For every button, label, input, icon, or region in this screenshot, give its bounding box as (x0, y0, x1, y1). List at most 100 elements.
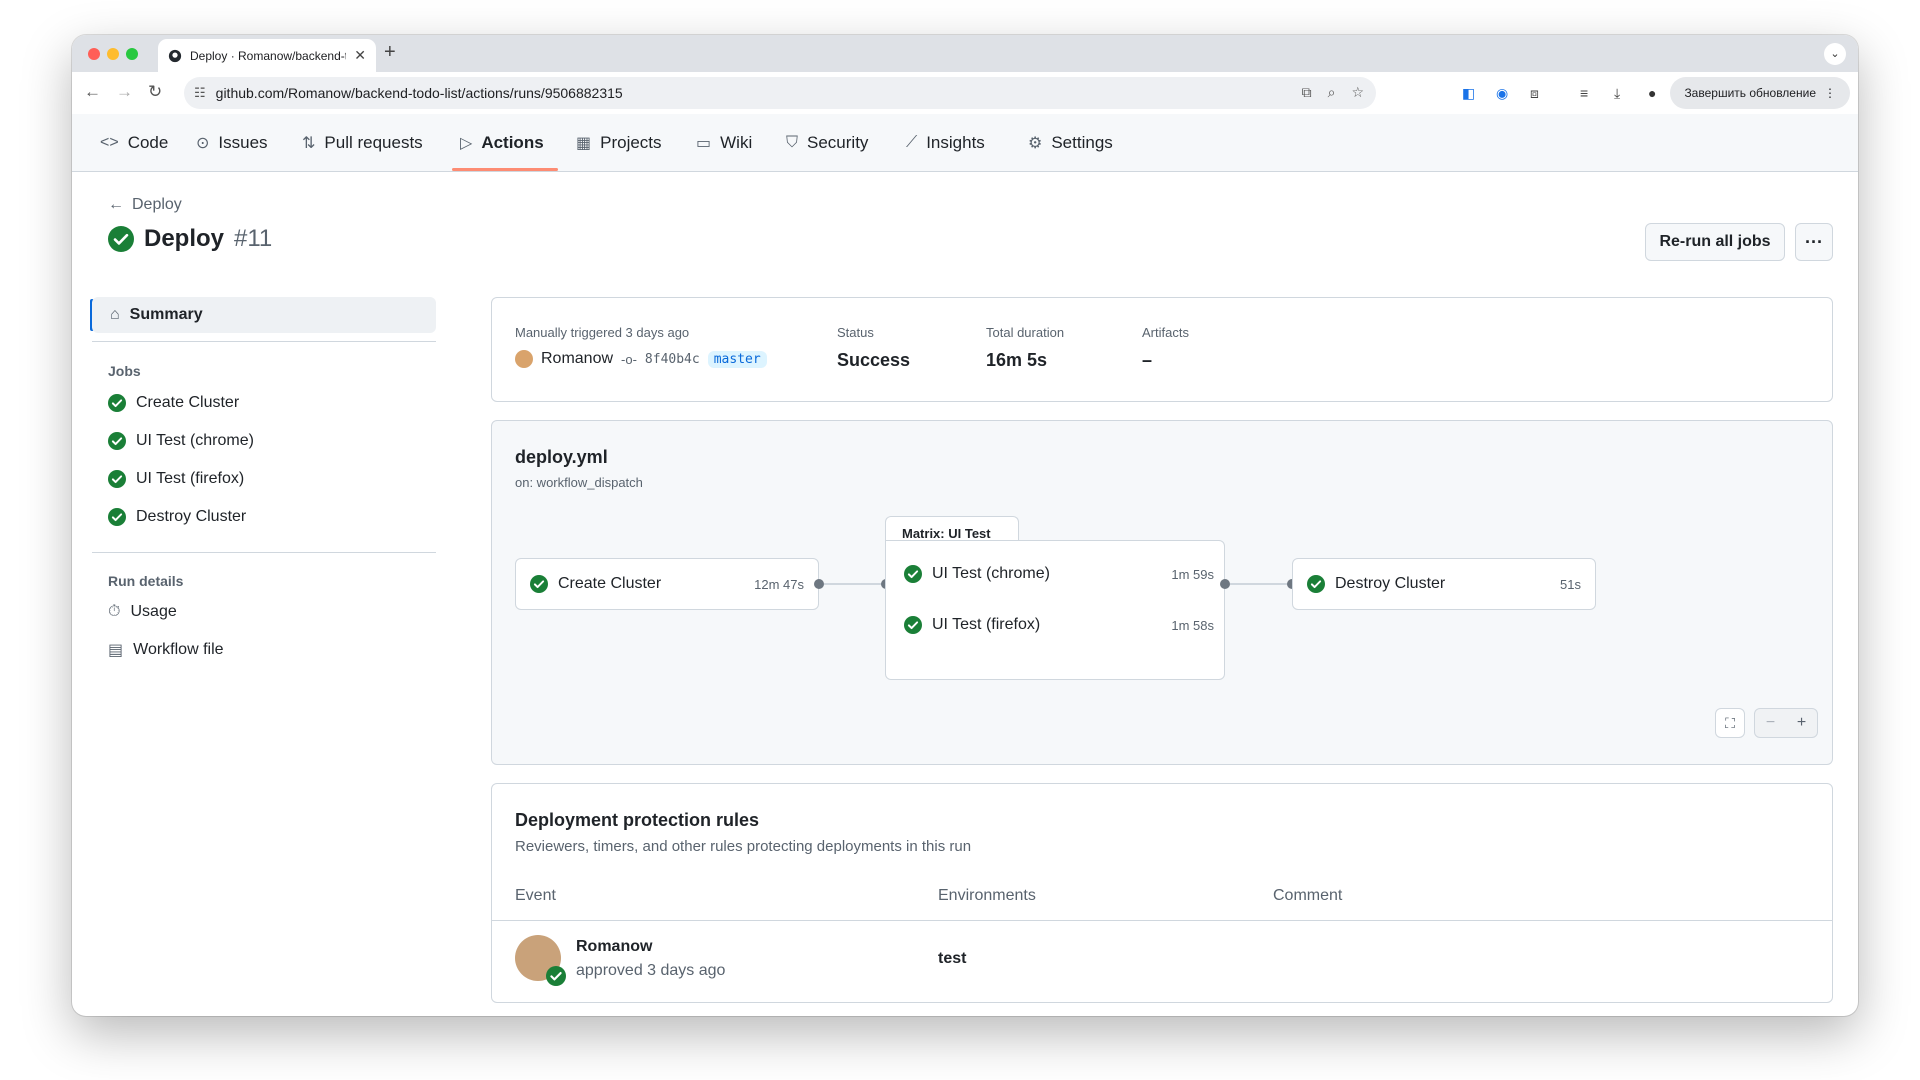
check-circle-icon (530, 575, 548, 593)
back-link[interactable]: ← Deploy (108, 196, 182, 214)
active-tab-indicator (452, 168, 558, 171)
usage-label: Usage (130, 603, 177, 620)
sidebar-job-destroy-cluster[interactable]: Destroy Cluster (108, 508, 246, 526)
tab-search-button[interactable]: ⌄ (1824, 43, 1846, 65)
status-value: Success (837, 350, 911, 370)
table-row: Romanow approved 3 days ago test (492, 921, 1832, 1003)
tab-settings-label: Settings (1051, 132, 1113, 152)
tab-code-label: Code (127, 132, 169, 152)
tab-pull-requests[interactable]: ⇅ Pull requests (302, 114, 423, 171)
tab-insights[interactable]: ⟋ Insights (906, 114, 985, 171)
matrix-label: Matrix: UI Test (885, 516, 1019, 542)
job-node-duration: 12m 47s (754, 576, 804, 592)
more-options-button[interactable]: ··· (1795, 223, 1833, 261)
zoom-out-icon[interactable]: − (1755, 709, 1786, 737)
zoom-icon[interactable]: ⌕ (1328, 84, 1336, 101)
summary-label: Summary (129, 306, 203, 323)
address-bar[interactable]: ☷ github.com/Romanow/backend-todo-list/a… (184, 77, 1376, 109)
forward-button[interactable]: → (116, 82, 133, 102)
more-vert-icon: ⋮ (1824, 86, 1836, 100)
sidebar-job-create-cluster[interactable]: Create Cluster (108, 394, 239, 412)
connector-line (824, 583, 882, 585)
back-link-label: Deploy (132, 196, 182, 213)
run-summary-panel: Manually triggered 3 days ago Romanow -o… (491, 297, 1833, 402)
tab-actions[interactable]: ▷ Actions (460, 114, 544, 171)
extension-icon[interactable]: ◉ (1496, 85, 1508, 102)
jobs-heading: Jobs (108, 363, 141, 379)
deployment-protection-panel: Deployment protection rules Reviewers, t… (491, 783, 1833, 1003)
translate-extension-icon[interactable]: ◧ (1462, 85, 1475, 102)
repo-nav: <> Code ⊙ Issues ⇅ Pull requests ▷ Actio… (72, 114, 1858, 172)
job-node-duration: 1m 59s (1171, 566, 1214, 582)
workflow-trigger: on: workflow_dispatch (515, 475, 643, 490)
duration-value: 16m 5s (986, 350, 1048, 370)
git-commit-icon: -o- (621, 351, 637, 367)
browser-tab[interactable]: Deploy · Romanow/backend-t ✕ (158, 39, 376, 72)
table-icon: ▦ (576, 134, 592, 152)
downloads-icon[interactable]: ⤓ (1614, 85, 1620, 102)
column-header-event: Event (515, 887, 556, 904)
tab-code[interactable]: <> Code (100, 114, 168, 171)
tab-wiki[interactable]: ▭ Wiki (696, 114, 752, 171)
job-node-name: UI Test (chrome) (932, 565, 1050, 582)
tab-settings[interactable]: ⚙ Settings (1028, 114, 1113, 171)
job-node-create-cluster[interactable]: Create Cluster 12m 47s (515, 558, 819, 610)
sidebar-divider (92, 341, 436, 342)
connector-line (1230, 583, 1288, 585)
tab-strip: Deploy · Romanow/backend-t ✕ + ⌄ (72, 35, 1858, 72)
sidebar-job-ui-test-firefox[interactable]: UI Test (firefox) (108, 470, 244, 488)
browser-toolbar: ← → ↻ ☷ github.com/Romanow/backend-todo-… (72, 72, 1858, 114)
trigger-label: Manually triggered 3 days ago (515, 325, 690, 340)
commit-sha-link[interactable]: 8f40b4c (645, 352, 700, 367)
profile-avatar-icon[interactable]: ● (1648, 85, 1656, 101)
check-circle-icon (904, 565, 922, 583)
sidebar-item-workflow-file[interactable]: ▤ Workflow file (108, 640, 224, 660)
sidebar-job-ui-test-chrome[interactable]: UI Test (chrome) (108, 432, 254, 450)
reviewer-name[interactable]: Romanow (576, 938, 652, 956)
workflow-graph-panel: deploy.yml on: workflow_dispatch Create … (491, 420, 1833, 765)
sidebar-divider (92, 552, 436, 553)
duration-label: Total duration (986, 325, 1065, 340)
update-browser-button[interactable]: Завершить обновление ⋮ (1670, 77, 1850, 109)
branch-badge[interactable]: master (707, 350, 767, 368)
rerun-all-jobs-button[interactable]: Re-run all jobs (1645, 223, 1785, 261)
tab-insights-label: Insights (926, 132, 985, 152)
tab-projects[interactable]: ▦ Projects (576, 114, 662, 171)
install-app-icon[interactable]: ⧉ (1302, 84, 1312, 101)
issue-opened-icon: ⊙ (196, 134, 210, 152)
job-node-destroy-cluster[interactable]: Destroy Cluster 51s (1292, 558, 1596, 610)
new-tab-button[interactable]: + (384, 41, 396, 64)
user-avatar[interactable] (515, 350, 533, 368)
close-window-button[interactable] (88, 48, 100, 60)
code-icon: <> (100, 133, 119, 151)
run-number: #11 (234, 225, 273, 252)
sidebar-item-usage[interactable]: ⏱ Usage (108, 603, 177, 621)
protection-subtitle: Reviewers, timers, and other rules prote… (515, 838, 972, 855)
job-node-name: UI Test (firefox) (932, 616, 1041, 633)
browser-window: Deploy · Romanow/backend-t ✕ + ⌄ ← → ↻ ☷… (72, 35, 1858, 1016)
extensions-puzzle-icon[interactable]: ⧈ (1530, 85, 1539, 102)
job-node-ui-test-firefox[interactable]: UI Test (firefox) 1m 58s (904, 616, 1214, 634)
zoom-in-icon[interactable]: + (1786, 709, 1817, 737)
sidebar-item-summary[interactable]: ⌂ Summary (92, 297, 436, 333)
trigger-user-link[interactable]: Romanow (541, 350, 613, 368)
reading-list-icon[interactable]: ≡ (1580, 85, 1588, 101)
site-settings-icon[interactable]: ☷ (194, 85, 206, 101)
approved-check-icon (546, 966, 566, 986)
minimize-window-button[interactable] (107, 48, 119, 60)
back-button[interactable]: ← (84, 82, 101, 102)
fullscreen-icon[interactable]: ⛶ (1715, 708, 1745, 738)
check-circle-icon (904, 616, 922, 634)
artifacts-value: – (1142, 350, 1153, 370)
tab-security[interactable]: ⛉ Security (786, 114, 868, 171)
approval-status: approved 3 days ago (576, 962, 726, 979)
job-node-ui-test-chrome[interactable]: UI Test (chrome) 1m 59s (904, 565, 1214, 583)
tab-issues[interactable]: ⊙ Issues (196, 114, 268, 171)
close-tab-icon[interactable]: ✕ (354, 47, 366, 64)
book-icon: ▭ (696, 134, 712, 152)
reload-button[interactable]: ↻ (148, 82, 162, 102)
zoom-window-button[interactable] (126, 48, 138, 60)
bookmark-star-icon[interactable]: ☆ (1351, 84, 1364, 101)
column-header-comment: Comment (1273, 887, 1343, 904)
url-text: github.com/Romanow/backend-todo-list/act… (215, 85, 623, 101)
